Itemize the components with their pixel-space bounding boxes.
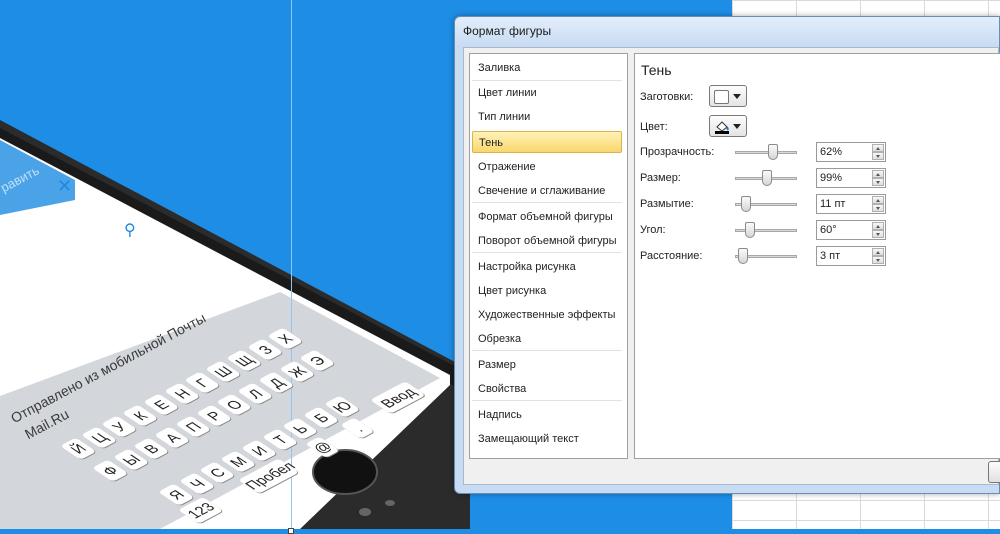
category-item[interactable]: Свойства — [472, 378, 622, 400]
chevron-down-icon — [733, 94, 741, 99]
distance-slider-thumb[interactable] — [738, 248, 748, 264]
dialog-titlebar[interactable]: Формат фигуры — [455, 17, 999, 45]
blur-spinbox[interactable]: 11 пт — [816, 194, 886, 214]
spin-up-icon[interactable] — [872, 170, 884, 178]
spin-down-icon[interactable] — [872, 152, 884, 160]
category-item[interactable]: Замещающий текст — [472, 428, 622, 450]
category-item[interactable]: Цвет рисунка — [472, 280, 622, 302]
category-item[interactable]: Свечение и сглаживание — [472, 180, 622, 202]
phone-attach-icon: ⚲ — [124, 222, 136, 239]
size-label: Размер: — [640, 172, 681, 184]
category-separator — [472, 252, 622, 253]
close-button[interactable] — [988, 461, 1000, 483]
category-separator — [472, 350, 622, 351]
angle-slider[interactable] — [735, 222, 797, 238]
spin-down-icon[interactable] — [872, 230, 884, 238]
category-item[interactable]: Отражение — [472, 156, 622, 178]
spin-down-icon[interactable] — [872, 256, 884, 264]
transparency-label: Прозрачность: — [640, 146, 715, 158]
distance-label: Расстояние: — [640, 250, 703, 262]
blur-value[interactable]: 11 пт — [820, 198, 845, 210]
category-item[interactable]: Тень — [472, 131, 622, 153]
size-slider-thumb[interactable] — [762, 170, 772, 186]
category-item[interactable]: Надпись — [472, 404, 622, 426]
spin-down-icon[interactable] — [872, 178, 884, 186]
blur-slider-thumb[interactable] — [741, 196, 751, 212]
transparency-slider-thumb[interactable] — [768, 144, 778, 160]
category-item[interactable]: Поворот объемной фигуры — [472, 230, 622, 252]
spin-up-icon[interactable] — [872, 196, 884, 204]
presets-dropdown[interactable] — [709, 85, 747, 107]
size-spinbox[interactable]: 99% — [816, 168, 886, 188]
spin-down-icon[interactable] — [872, 204, 884, 212]
paint-bucket-icon — [715, 121, 729, 134]
color-dropdown[interactable] — [709, 115, 747, 137]
presets-label: Заготовки: — [640, 91, 694, 103]
shadow-settings-panel: Тень Заготовки: Цвет: Прозрачность: 62% Ра… — [634, 53, 1000, 459]
color-label: Цвет: — [640, 121, 668, 133]
distance-spinbox[interactable]: 3 пт — [816, 246, 886, 266]
category-item[interactable]: Тип линии — [472, 106, 622, 128]
blur-slider[interactable] — [735, 196, 797, 212]
category-item[interactable]: Заливка — [472, 57, 622, 79]
transparency-spinbox[interactable]: 62% — [816, 142, 886, 162]
transparency-value[interactable]: 62% — [820, 146, 842, 158]
chevron-down-icon — [733, 124, 741, 129]
spin-up-icon[interactable] — [872, 144, 884, 152]
shadow-preset-icon — [714, 90, 729, 104]
category-item[interactable]: Цвет линии — [472, 82, 622, 104]
spin-up-icon[interactable] — [872, 248, 884, 256]
dialog-title: Формат фигуры — [463, 24, 552, 38]
blur-label: Размытие: — [640, 198, 694, 210]
phone-close-icon: ✕ — [57, 176, 73, 196]
angle-spinbox[interactable]: 60° — [816, 220, 886, 240]
angle-value[interactable]: 60° — [820, 224, 837, 236]
distance-slider[interactable] — [735, 248, 797, 264]
format-shape-dialog: Формат фигуры Заливка Цвет линии Тип линии… — [454, 16, 1000, 494]
category-item[interactable]: Настройка рисунка — [472, 256, 622, 278]
category-item[interactable]: Обрезка — [472, 328, 622, 350]
category-separator — [472, 400, 622, 401]
panel-title: Тень — [641, 62, 672, 78]
distance-value[interactable]: 3 пт — [820, 250, 840, 262]
angle-slider-thumb[interactable] — [745, 222, 755, 238]
category-item[interactable]: Размер — [472, 354, 622, 376]
angle-label: Угол: — [640, 224, 666, 236]
category-separator — [472, 202, 622, 203]
size-slider[interactable] — [735, 170, 797, 186]
vertical-guide-line — [291, 0, 292, 529]
dialog-client-area: Заливка Цвет линии Тип линии Тень Отражение С… — [463, 47, 1000, 485]
spin-up-icon[interactable] — [872, 222, 884, 230]
category-separator — [472, 80, 622, 81]
category-item[interactable]: Формат объемной фигуры — [472, 206, 622, 228]
category-item[interactable]: Художественные эффекты — [472, 304, 622, 326]
category-list: Заливка Цвет линии Тип линии Тень Отражение С… — [469, 53, 628, 459]
size-value[interactable]: 99% — [820, 172, 842, 184]
transparency-slider[interactable] — [735, 144, 797, 160]
